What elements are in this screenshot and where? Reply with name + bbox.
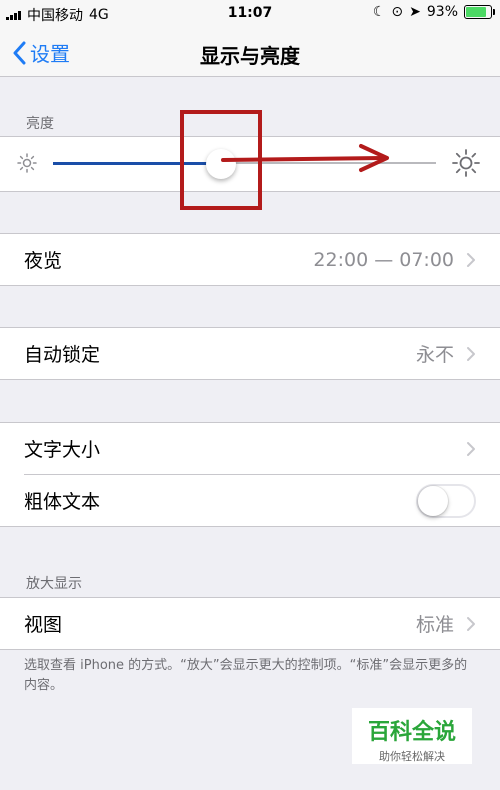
watermark-slogan: 助你轻松解决 <box>379 750 445 763</box>
watermark-brand: 百科全说 <box>367 720 456 745</box>
status-bar: 中国移动 4G 11:07 ☾ ⊙ ➤ 93% <box>0 0 500 28</box>
page-title: 显示与亮度 <box>200 44 300 68</box>
chevron-right-icon <box>467 617 475 631</box>
status-right: ☾ ⊙ ➤ 93% <box>372 4 495 20</box>
chevron-right-icon <box>467 442 475 456</box>
navigation-bar: 设置 显示与亮度 <box>0 28 500 77</box>
zoom-group: 视图 标准 <box>0 597 500 650</box>
sun-small-icon <box>17 153 37 173</box>
sun-large-icon <box>452 149 480 177</box>
bold-text-row: 粗体文本 <box>24 474 500 526</box>
zoom-view-value: 标准 <box>415 614 454 636</box>
text-size-label: 文字大小 <box>24 439 101 461</box>
auto-lock-value: 永不 <box>415 344 454 366</box>
battery-fill <box>466 7 486 17</box>
chevron-right-icon <box>467 253 475 267</box>
auto-lock-group: 自动锁定 永不 <box>0 327 500 380</box>
zoom-view-row[interactable]: 视图 标准 <box>0 598 500 649</box>
night-shift-row[interactable]: 夜览 22:00 — 07:00 <box>0 234 500 285</box>
chevron-right-icon <box>467 347 475 361</box>
watermark-logo: 百科全说 助你轻松解决 <box>352 708 472 764</box>
rotation-lock-icon: ⊙ <box>391 4 404 20</box>
zoom-section-label: 放大显示 <box>26 576 82 592</box>
bold-text-label: 粗体文本 <box>24 491 101 513</box>
auto-lock-label: 自动锁定 <box>24 344 101 366</box>
night-shift-group: 夜览 22:00 — 07:00 <box>0 233 500 286</box>
brightness-section-label: 亮度 <box>26 116 54 132</box>
text-size-row[interactable]: 文字大小 <box>0 423 500 474</box>
toggle-knob <box>418 486 448 516</box>
bold-text-toggle[interactable] <box>416 484 476 518</box>
moon-icon: ☾ <box>372 4 386 20</box>
night-shift-value: 22:00 — 07:00 <box>313 248 454 271</box>
annotation-arrow-icon <box>221 144 389 172</box>
text-group: 文字大小 粗体文本 <box>0 422 500 527</box>
auto-lock-row[interactable]: 自动锁定 永不 <box>0 328 500 379</box>
zoom-footer-note: 选取查看 iPhone 的方式。“放大”会显示更大的控制项。“标准”会显示更多的… <box>24 658 468 693</box>
battery-percent: 93% <box>426 4 458 20</box>
zoom-view-label: 视图 <box>24 614 63 636</box>
battery-icon <box>464 5 495 19</box>
location-icon: ➤ <box>409 4 421 20</box>
night-shift-label: 夜览 <box>24 250 63 272</box>
